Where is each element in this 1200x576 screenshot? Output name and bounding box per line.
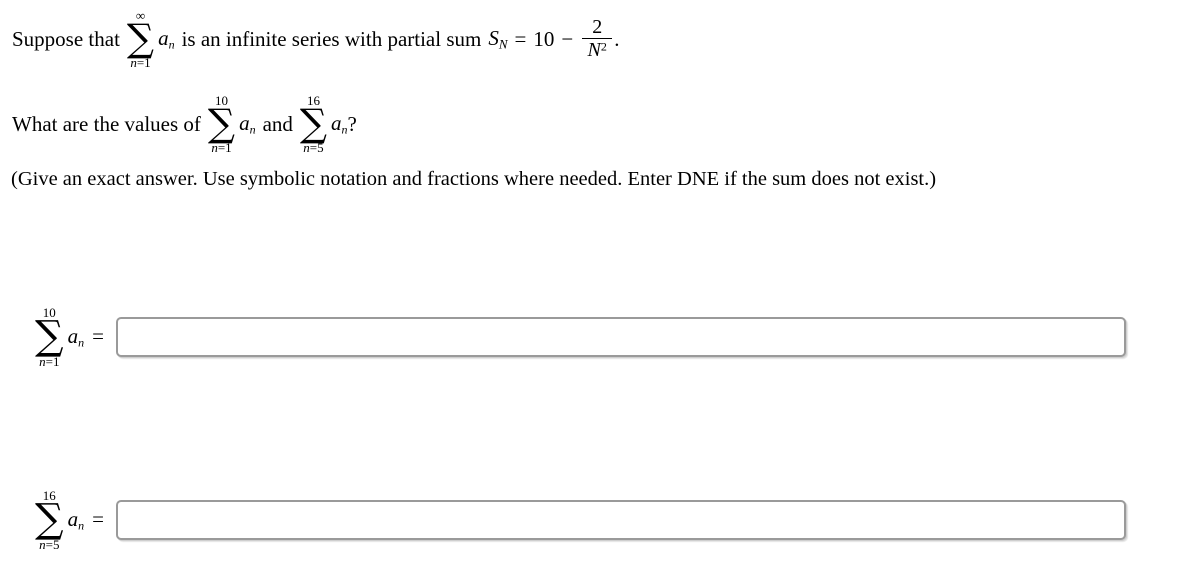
answer-row-second-sum: 16 ∑ n=5 an = xyxy=(35,489,1126,551)
summand-a-n: an xyxy=(67,323,85,349)
summation-5-to-16: 16 ∑ n=5 xyxy=(300,94,327,154)
equals-sign: = xyxy=(92,324,104,349)
summand-a-n: an xyxy=(158,25,175,52)
sum-lower-limit: n=1 xyxy=(130,54,151,70)
answer-input-first-sum[interactable] xyxy=(115,316,1126,357)
value-integer: 10 xyxy=(533,26,555,51)
line1-period: . xyxy=(614,26,620,51)
summand-a-n: an xyxy=(67,506,85,532)
summation-infinite: ∞ ∑ n=1 xyxy=(127,9,154,69)
problem-statement-line-1: Suppose that ∞ ∑ n=1 an is an infinite s… xyxy=(12,9,619,69)
sigma-icon: ∑ xyxy=(207,101,236,145)
line2-lead-text: What are the values of xyxy=(12,111,201,136)
answer-input-second-sum[interactable] xyxy=(115,499,1126,540)
conjunction-and: and xyxy=(262,111,293,136)
line1-lead-text: Suppose that xyxy=(12,26,120,51)
fraction-denominator: N2 xyxy=(587,39,607,62)
equals-sign: = xyxy=(514,26,527,51)
answer-row-first-sum: 10 ∑ n=1 an = xyxy=(35,306,1126,368)
sum-lower-limit: n=5 xyxy=(303,139,324,155)
partial-sum-symbol: SN xyxy=(488,25,508,52)
fraction-numerator: 2 xyxy=(592,16,603,39)
sum-lower-limit: n=1 xyxy=(39,353,60,369)
summation-label-1-to-10: 10 ∑ n=1 xyxy=(35,306,64,368)
question-mark: ? xyxy=(347,111,357,136)
line1-mid-text: is an infinite series with partial sum xyxy=(181,26,482,51)
summand-a-n: an xyxy=(239,110,256,137)
sigma-icon: ∑ xyxy=(35,496,64,542)
summation-label-5-to-16: 16 ∑ n=5 xyxy=(35,489,64,551)
equals-sign: = xyxy=(92,507,104,532)
problem-statement-line-2: What are the values of 10 ∑ n=1 an and 1… xyxy=(12,94,357,154)
sum-lower-limit: n=1 xyxy=(211,139,232,155)
sigma-icon: ∑ xyxy=(126,16,155,60)
fraction-2-over-n-squared: 2 N2 xyxy=(582,16,613,62)
sigma-icon: ∑ xyxy=(299,101,328,145)
sigma-icon: ∑ xyxy=(35,313,64,359)
instructions-text: (Give an exact answer. Use symbolic nota… xyxy=(11,168,937,190)
minus-sign: − xyxy=(561,26,574,51)
summation-1-to-10: 10 ∑ n=1 xyxy=(208,94,235,154)
summand-a-n: an xyxy=(331,110,348,137)
sum-lower-limit: n=5 xyxy=(39,536,60,552)
